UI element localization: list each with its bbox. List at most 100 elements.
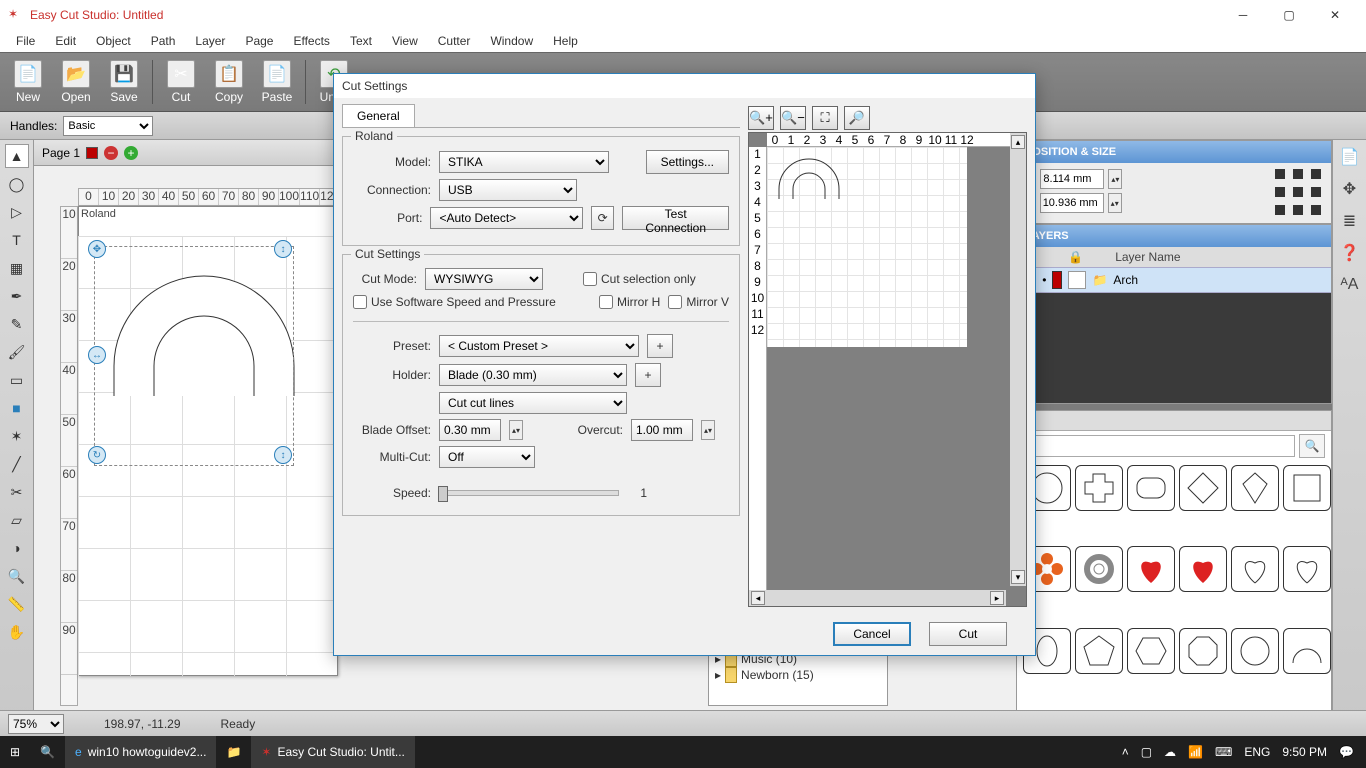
tray-battery-icon[interactable]: ▢ xyxy=(1141,745,1152,759)
multicut-select[interactable]: Off xyxy=(439,446,535,468)
ruler-tool[interactable]: 📏 xyxy=(5,592,29,616)
spray-tool[interactable]: ✶ xyxy=(5,424,29,448)
menu-effects[interactable]: Effects xyxy=(283,32,339,50)
start-button[interactable]: ⊞ xyxy=(0,736,30,768)
preview-scroll-v[interactable]: ▴▾ xyxy=(1010,133,1026,586)
node-tool[interactable]: ▷ xyxy=(5,200,29,224)
cut-confirm-button[interactable]: Cut xyxy=(929,622,1007,646)
menu-layer[interactable]: Layer xyxy=(185,32,235,50)
tray-wifi-icon[interactable]: 📶 xyxy=(1188,745,1203,759)
shape-tool[interactable]: ■ xyxy=(5,396,29,420)
model-select[interactable]: STIKA xyxy=(439,151,609,173)
menu-object[interactable]: Object xyxy=(86,32,141,50)
shape-hexagon[interactable] xyxy=(1127,628,1175,674)
shape-heart2[interactable] xyxy=(1179,546,1227,592)
knife-tool[interactable]: ✂ xyxy=(5,480,29,504)
cut-selection-only-checkbox[interactable]: Cut selection only xyxy=(583,272,696,286)
linetype-select[interactable]: Cut cut lines xyxy=(439,392,627,414)
menu-edit[interactable]: Edit xyxy=(45,32,86,50)
tray-lang[interactable]: ENG xyxy=(1244,745,1270,759)
handle-move[interactable]: ✥ xyxy=(88,240,106,258)
add-preset-button[interactable]: + xyxy=(647,334,673,358)
menu-path[interactable]: Path xyxy=(141,32,186,50)
lasso-tool[interactable]: ◯ xyxy=(5,172,29,196)
zoom-in-button[interactable]: 🔍+ xyxy=(748,106,774,130)
speed-slider[interactable] xyxy=(439,490,619,496)
test-connection-button[interactable]: Test Connection xyxy=(622,206,729,230)
handle-top[interactable]: ↕ xyxy=(274,240,292,258)
cancel-button[interactable]: Cancel xyxy=(833,622,911,646)
preset-select[interactable]: < Custom Preset > xyxy=(439,335,639,357)
shape-rhombus[interactable] xyxy=(1179,465,1227,511)
library-tree[interactable]: ▸Music (10) ▸Newborn (15) xyxy=(708,648,888,706)
brush-tool[interactable]: 🖌 xyxy=(5,340,29,364)
tray-notifications-icon[interactable]: 💬 xyxy=(1339,745,1354,759)
add-page-button[interactable]: + xyxy=(124,146,138,160)
zoom-out-button[interactable]: 🔍− xyxy=(780,106,806,130)
handles-select[interactable]: Basic xyxy=(63,116,153,136)
eraser-tool[interactable]: ▭ xyxy=(5,368,29,392)
cut-preview[interactable]: 0123456789101112 123456789101112 ▴▾ ◂▸ xyxy=(748,132,1027,607)
tree-item[interactable]: Newborn (15) xyxy=(741,668,814,682)
layers-panel-icon[interactable]: ≣ xyxy=(1337,208,1363,234)
slice-tool[interactable]: ╱ xyxy=(5,452,29,476)
pen-tool[interactable]: ✒ xyxy=(5,284,29,308)
shapes-search-button[interactable]: 🔍 xyxy=(1299,434,1325,458)
shape-gear[interactable] xyxy=(1075,546,1123,592)
taskbar-app[interactable]: ✶Easy Cut Studio: Untit... xyxy=(251,736,414,768)
x-spinner[interactable]: ▴▾ xyxy=(1108,169,1122,189)
remove-page-button[interactable]: − xyxy=(104,146,118,160)
path-tool[interactable]: ▱ xyxy=(5,508,29,532)
page-color-swatch[interactable] xyxy=(86,147,98,159)
tray-cloud-icon[interactable]: ☁ xyxy=(1164,745,1176,759)
shape-round[interactable] xyxy=(1231,628,1279,674)
shape-square[interactable] xyxy=(1283,465,1331,511)
shape-heart3[interactable] xyxy=(1231,546,1279,592)
overcut-input[interactable] xyxy=(631,419,693,441)
shape-arc[interactable] xyxy=(1283,628,1331,674)
maximize-button[interactable]: ▢ xyxy=(1266,0,1312,30)
software-speed-checkbox[interactable]: Use Software Speed and Pressure xyxy=(353,295,556,309)
mirror-h-checkbox[interactable]: Mirror H xyxy=(599,295,660,309)
shapes-search-input[interactable] xyxy=(1023,435,1295,457)
anchor-picker[interactable] xyxy=(1275,169,1323,217)
copy-button[interactable]: 📋Copy xyxy=(209,60,249,104)
shape-pentagon[interactable] xyxy=(1075,628,1123,674)
overcut-spinner[interactable]: ▴▾ xyxy=(701,420,715,440)
offset-spinner[interactable]: ▴▾ xyxy=(509,420,523,440)
move-panel-icon[interactable]: ✥ xyxy=(1337,176,1363,202)
text-tool[interactable]: T xyxy=(5,228,29,252)
open-button[interactable]: 📂Open xyxy=(56,60,96,104)
menu-help[interactable]: Help xyxy=(543,32,588,50)
cutmode-select[interactable]: WYSIWYG xyxy=(425,268,543,290)
tab-general[interactable]: General xyxy=(342,104,415,127)
add-holder-button[interactable]: + xyxy=(635,363,661,387)
shape-octagon[interactable] xyxy=(1179,628,1227,674)
taskbar-edge[interactable]: ewin10 howtoguidev2... xyxy=(65,736,216,768)
font-panel-icon[interactable]: ᴬA xyxy=(1337,272,1363,298)
handle-left[interactable]: ↔ xyxy=(88,346,106,364)
handle-rotate[interactable]: ↻ xyxy=(88,446,106,464)
page-tab[interactable]: Page 1 xyxy=(42,146,80,160)
x-input[interactable] xyxy=(1040,169,1104,189)
zoom-fit-button[interactable]: ⛶ xyxy=(812,106,838,130)
select-tool[interactable]: ▲ xyxy=(5,144,29,168)
minimize-button[interactable]: ─ xyxy=(1220,0,1266,30)
shape-heart[interactable] xyxy=(1127,546,1175,592)
hand-tool[interactable]: ✋ xyxy=(5,620,29,644)
tray-keyboard-icon[interactable]: ⌨ xyxy=(1215,745,1232,759)
connection-select[interactable]: USB xyxy=(439,179,577,201)
menu-page[interactable]: Page xyxy=(235,32,283,50)
shape-roundrect[interactable] xyxy=(1127,465,1175,511)
search-button[interactable]: 🔍 xyxy=(30,736,65,768)
shape-heart4[interactable] xyxy=(1283,546,1331,592)
shape-plus[interactable] xyxy=(1075,465,1123,511)
refresh-port-button[interactable]: ⟳ xyxy=(591,206,614,230)
paste-button[interactable]: 📄Paste xyxy=(257,60,297,104)
cut-button[interactable]: ✂Cut xyxy=(161,60,201,104)
shape-diamond[interactable] xyxy=(1231,465,1279,511)
bool-tool[interactable]: ◑ xyxy=(5,536,29,560)
color-tool[interactable]: ▦ xyxy=(5,256,29,280)
layer-color-swatch[interactable] xyxy=(1052,271,1062,289)
holder-select[interactable]: Blade (0.30 mm) xyxy=(439,364,627,386)
